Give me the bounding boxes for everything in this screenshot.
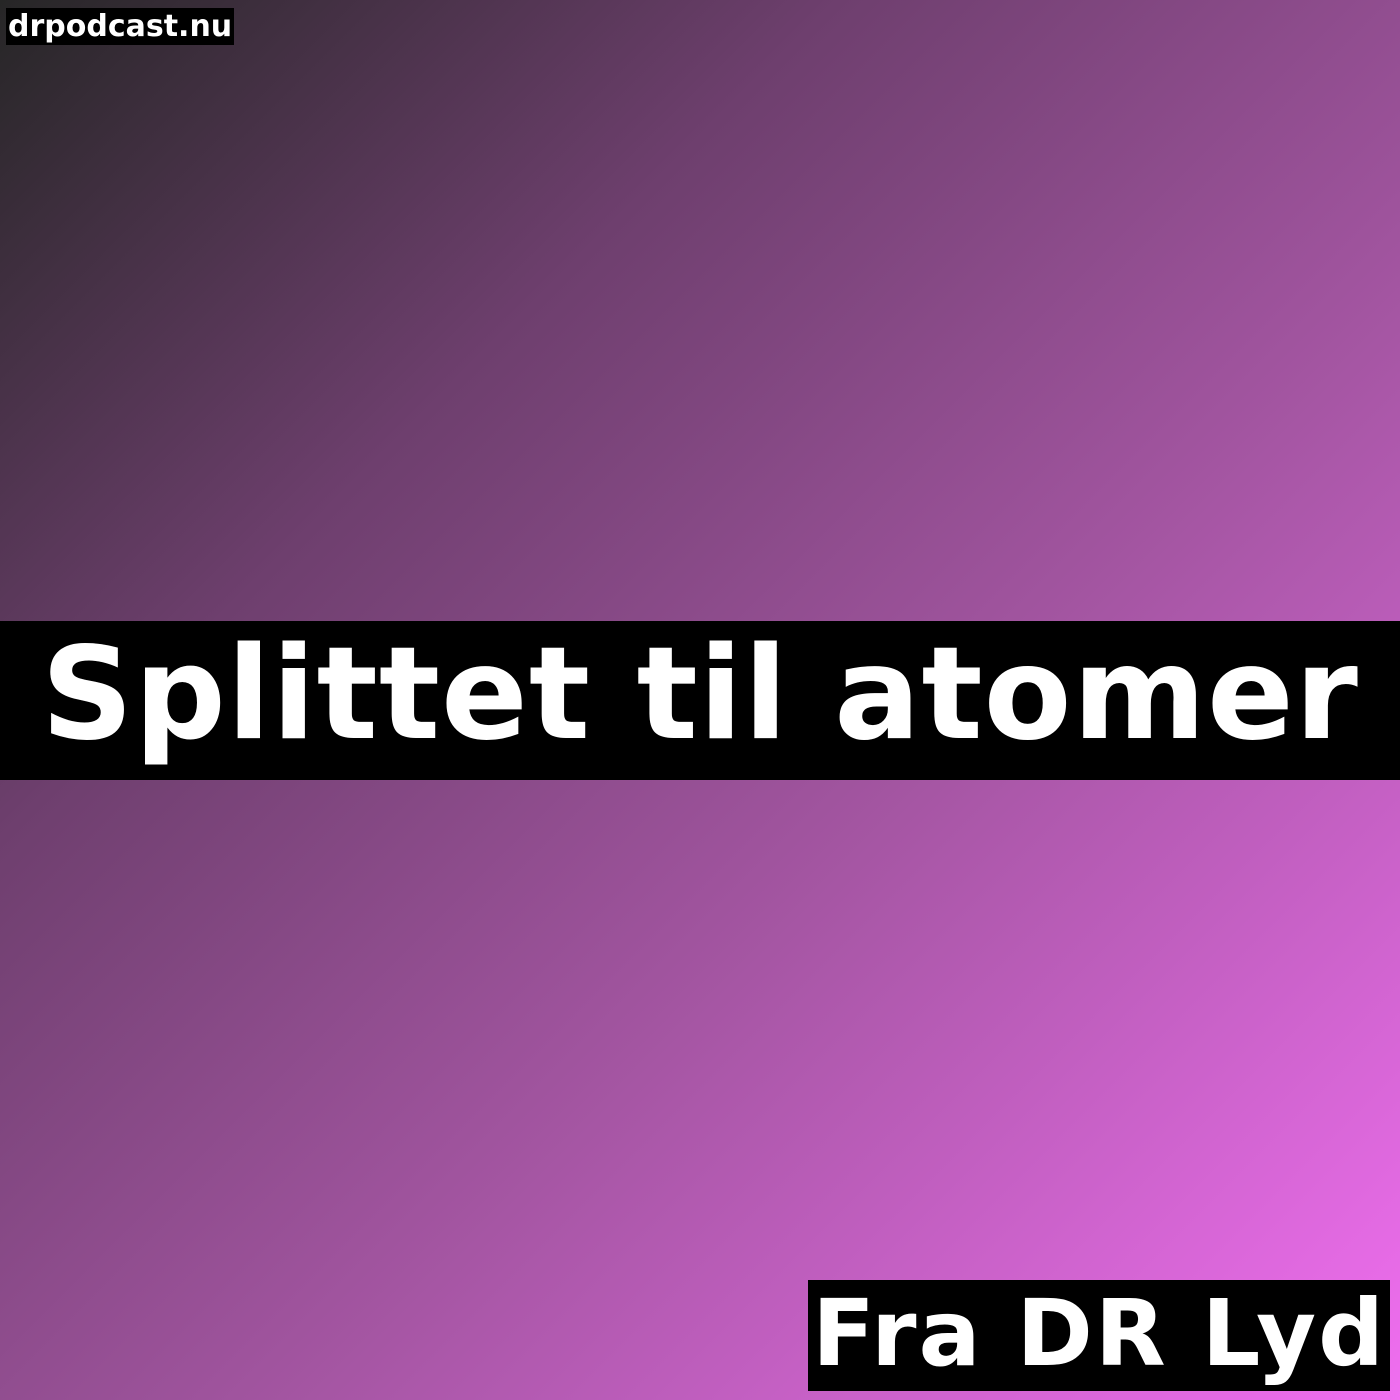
site-label: drpodcast.nu bbox=[6, 8, 235, 45]
podcast-title: Splittet til atomer bbox=[41, 621, 1359, 769]
source-label: Fra DR Lyd bbox=[808, 1280, 1390, 1391]
source-label-text: Fra DR Lyd bbox=[812, 1280, 1386, 1387]
site-label-text: drpodcast.nu bbox=[8, 9, 233, 44]
podcast-cover: drpodcast.nu Splittet til atomer Fra DR … bbox=[0, 0, 1400, 1400]
title-band: Splittet til atomer bbox=[0, 621, 1400, 780]
